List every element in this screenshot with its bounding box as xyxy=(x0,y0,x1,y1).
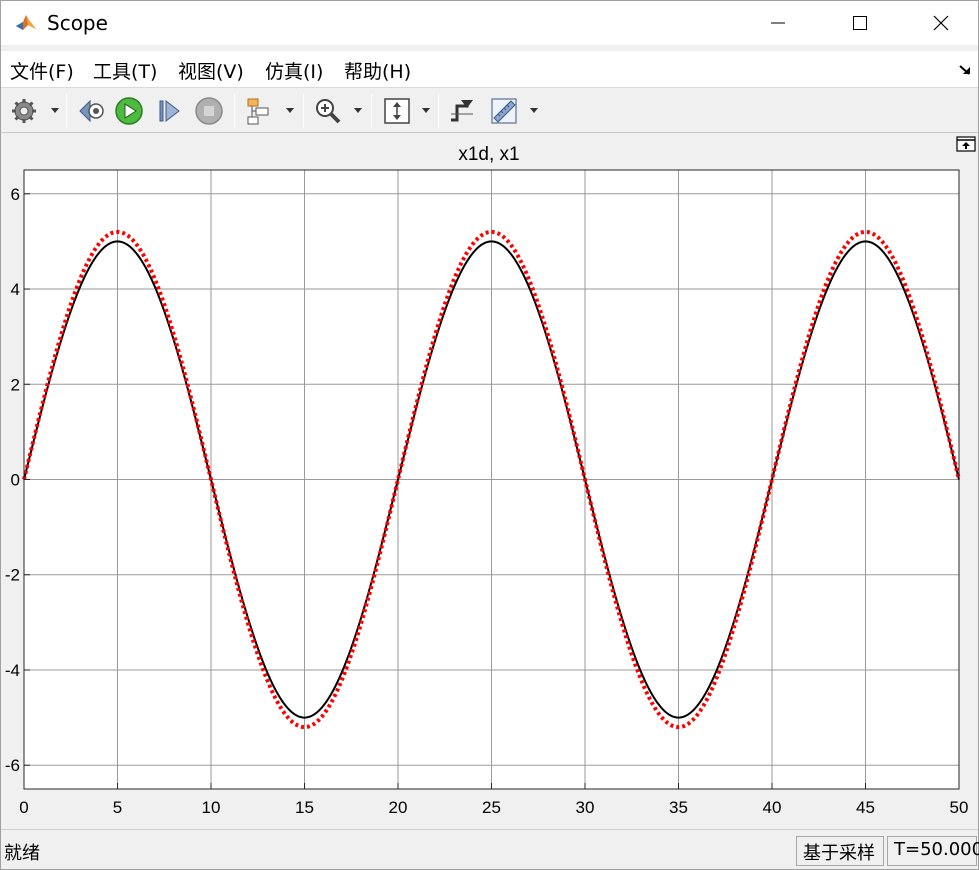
chevron-down-icon xyxy=(422,108,430,113)
x-tick-label: 35 xyxy=(669,798,688,817)
step-forward-icon xyxy=(159,99,180,123)
chevron-down-icon xyxy=(286,108,294,113)
toolbar-separator xyxy=(234,94,235,128)
signal-selector-button[interactable] xyxy=(243,95,275,127)
window-title: Scope xyxy=(47,11,108,35)
close-icon xyxy=(933,15,949,31)
autoscale-dropdown[interactable] xyxy=(419,95,433,127)
scope-window: Scope 文件(F) 工具(T) 视图(V) 仿真(I) 帮助(H) x1d,… xyxy=(0,0,979,870)
toolbar-separator xyxy=(303,94,304,128)
x-tick-label: 45 xyxy=(856,798,875,817)
toolbar-separator xyxy=(66,94,67,128)
x-tick-label: 5 xyxy=(113,798,122,817)
close-button[interactable] xyxy=(918,1,964,45)
status-sample-mode: 基于采样 xyxy=(796,836,884,866)
stop-icon xyxy=(195,97,223,125)
zoom-button[interactable] xyxy=(312,95,344,127)
trigger-button[interactable] xyxy=(446,95,478,127)
menu-bar: 文件(F) 工具(T) 视图(V) 仿真(I) 帮助(H) xyxy=(1,51,978,87)
step-back-button[interactable] xyxy=(75,95,107,127)
menu-simulation[interactable]: 仿真(I) xyxy=(265,57,323,84)
y-tick-label: 2 xyxy=(11,375,20,394)
step-forward-button[interactable] xyxy=(153,95,185,127)
gear-icon xyxy=(12,99,36,123)
toolbar-separator xyxy=(371,94,372,128)
y-tick-label: 4 xyxy=(11,280,20,299)
x-tick-label: 0 xyxy=(19,798,28,817)
dock-arrow-icon[interactable] xyxy=(958,63,974,77)
chevron-down-icon xyxy=(354,108,362,113)
measurements-button[interactable] xyxy=(488,95,520,127)
x-tick-label: 15 xyxy=(295,798,314,817)
axes: 0 5 10 15 20 25 30 35 40 45 506420-2-4-6 xyxy=(5,169,969,817)
chevron-down-icon xyxy=(530,108,538,113)
chevron-down-icon xyxy=(51,108,59,113)
menu-file[interactable]: 文件(F) xyxy=(10,57,74,84)
maximize-icon xyxy=(853,16,867,30)
title-bar[interactable]: Scope xyxy=(1,1,978,45)
trigger-icon xyxy=(451,100,473,122)
play-icon xyxy=(115,97,143,125)
menu-tools[interactable]: 工具(T) xyxy=(93,57,157,84)
ruler-icon xyxy=(491,98,517,124)
minimize-button[interactable] xyxy=(755,1,801,45)
x-tick-label: 10 xyxy=(202,798,221,817)
signal-selector-dropdown[interactable] xyxy=(283,95,297,127)
autoscale-button[interactable] xyxy=(381,95,413,127)
y-tick-label: -4 xyxy=(5,661,20,680)
zoom-dropdown[interactable] xyxy=(351,95,365,127)
measurements-dropdown[interactable] xyxy=(527,95,541,127)
minimize-icon xyxy=(771,22,785,24)
x-tick-label: 40 xyxy=(763,798,782,817)
x-tick-label: 30 xyxy=(576,798,595,817)
signal-selector-icon xyxy=(247,98,269,125)
autoscale-icon xyxy=(384,98,410,124)
menu-view[interactable]: 视图(V) xyxy=(178,57,244,84)
settings-dropdown[interactable] xyxy=(48,95,62,127)
x-tick-label: 20 xyxy=(389,798,408,817)
stop-button[interactable] xyxy=(193,95,225,127)
menu-help[interactable]: 帮助(H) xyxy=(344,57,411,84)
toolbar xyxy=(1,87,978,133)
y-tick-label: 0 xyxy=(11,471,20,490)
settings-button[interactable] xyxy=(8,95,40,127)
status-time: T=50.000 xyxy=(887,836,979,866)
step-back-icon xyxy=(79,99,104,123)
matlab-icon xyxy=(14,11,38,35)
x-tick-label: 50 xyxy=(950,798,969,817)
y-tick-label: -6 xyxy=(5,756,20,775)
y-tick-label: -2 xyxy=(5,566,20,585)
plot-title: x1d, x1 xyxy=(458,144,519,165)
x-tick-label: 25 xyxy=(482,798,501,817)
status-ready-text: 就绪 xyxy=(4,843,40,864)
maximize-button[interactable] xyxy=(837,1,883,45)
zoom-in-icon xyxy=(316,99,341,124)
run-button[interactable] xyxy=(113,95,145,127)
status-bar: 就绪 基于采样 T=50.000 xyxy=(1,829,979,869)
toolbar-separator xyxy=(438,94,439,128)
scope-plot[interactable]: x1d, x1 0 5 10 15 20 25 30 35 40 45 506420-2-4-6 xyxy=(1,134,978,828)
y-tick-label: 6 xyxy=(11,185,20,204)
